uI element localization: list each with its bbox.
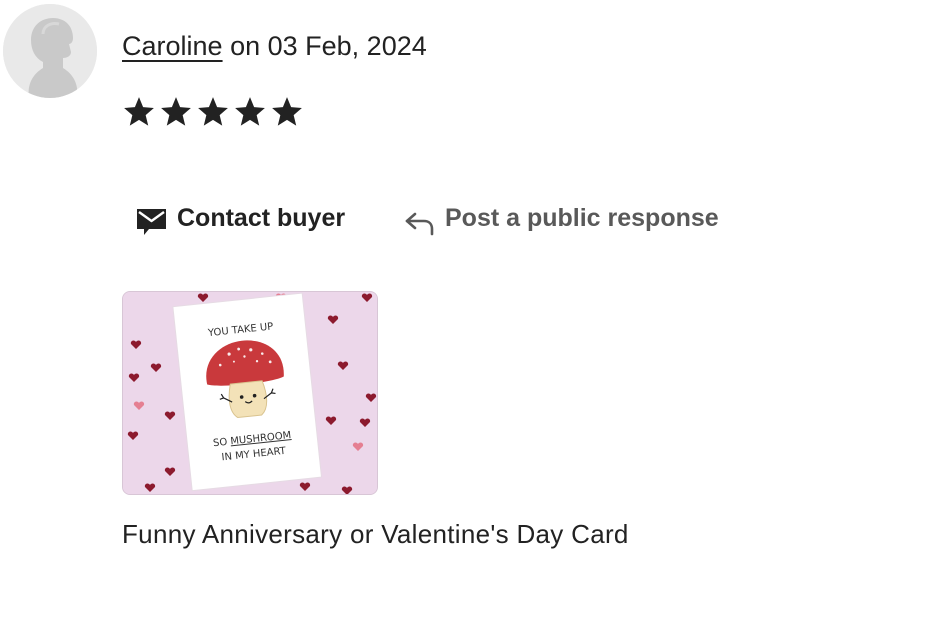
review-date: on 03 Feb, 2024 — [230, 31, 427, 61]
star-icon — [233, 95, 267, 129]
listing-title-link[interactable]: Funny Anniversary or Valentine's Day Car… — [122, 516, 629, 552]
review-date-spacer — [223, 31, 231, 61]
star-icon — [270, 95, 304, 129]
review-header: Caroline on 03 Feb, 2024 — [122, 28, 427, 64]
default-user-icon — [3, 4, 97, 98]
star-rating — [122, 95, 304, 129]
listing-thumbnail[interactable]: YOU TAKE UP SO MUSHROOM IN MY HEART — [122, 291, 378, 495]
star-icon — [159, 95, 193, 129]
contact-buyer-label: Contact buyer — [177, 204, 346, 232]
reviewer-name-link[interactable]: Caroline — [122, 31, 223, 61]
reviewer-avatar[interactable] — [3, 4, 97, 98]
listing-image: YOU TAKE UP SO MUSHROOM IN MY HEART — [123, 292, 377, 494]
star-icon — [196, 95, 230, 129]
post-public-response-label: Post a public response — [445, 204, 719, 232]
post-public-response-button[interactable]: Post a public response — [404, 198, 719, 238]
greeting-card: YOU TAKE UP SO MUSHROOM IN MY HEART — [172, 292, 323, 492]
contact-buyer-button[interactable]: Contact buyer — [136, 198, 345, 238]
reply-arrow-icon — [404, 210, 435, 236]
mail-icon — [136, 207, 167, 237]
star-icon — [122, 95, 156, 129]
